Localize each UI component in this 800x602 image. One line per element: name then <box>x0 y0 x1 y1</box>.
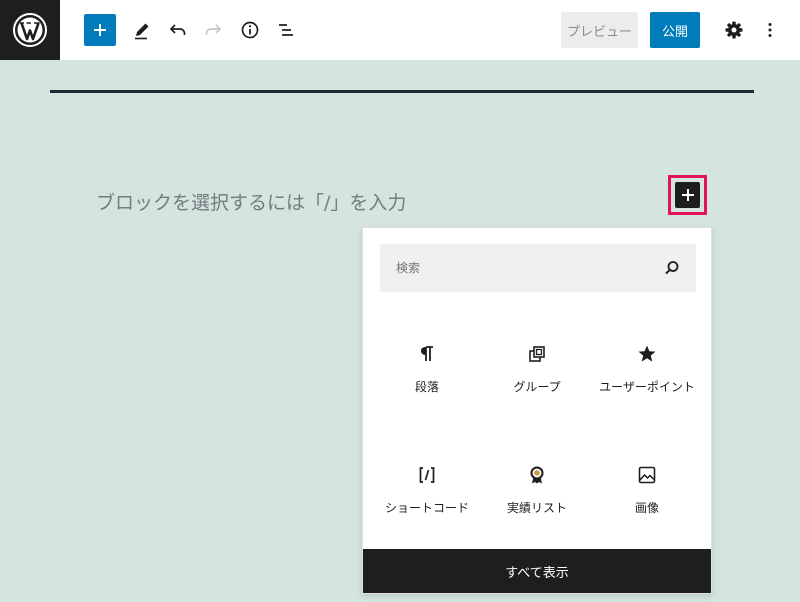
star-icon <box>638 345 656 362</box>
preview-button[interactable]: プレビュー <box>561 12 638 48</box>
plus-icon <box>681 189 694 201</box>
add-block-button[interactable] <box>675 182 700 208</box>
block-search <box>380 244 696 292</box>
shortcode-icon <box>419 467 435 483</box>
undo-button[interactable] <box>162 14 194 46</box>
list-view-icon <box>279 24 293 36</box>
block-placeholder[interactable]: ブロックを選択するには「/」を入力 <box>96 188 406 215</box>
redo-icon <box>205 24 222 35</box>
more-vertical-icon <box>768 23 772 37</box>
highlight-outline <box>668 175 707 215</box>
publish-button[interactable]: 公開 <box>650 12 700 48</box>
pencil-icon <box>135 23 149 40</box>
editor-header: プレビュー 公開 <box>0 0 800 60</box>
list-view-button[interactable] <box>270 14 302 46</box>
block-user-point[interactable]: ユーザーポイント <box>592 342 702 396</box>
show-all-button[interactable]: すべて表示 <box>363 549 711 593</box>
block-shortcode[interactable]: ショートコード <box>372 463 482 517</box>
toggle-inserter-button[interactable] <box>84 14 116 46</box>
block-paragraph[interactable]: 段落 <box>372 342 482 396</box>
block-inserter-popover: 段落 グループ ユーザーポイント ショートコード <box>362 227 712 594</box>
group-icon <box>529 346 545 362</box>
block-achievement-list[interactable]: 実績リスト <box>482 463 592 517</box>
settings-button[interactable] <box>718 14 750 46</box>
options-button[interactable] <box>754 14 786 46</box>
search-icon[interactable] <box>664 260 680 276</box>
block-label: グループ <box>513 380 561 394</box>
paragraph-icon <box>421 346 433 361</box>
award-icon <box>530 466 544 484</box>
tools-button[interactable] <box>126 14 158 46</box>
details-button[interactable] <box>234 14 266 46</box>
wordpress-logo-icon[interactable] <box>0 0 60 60</box>
block-search-input[interactable] <box>380 244 660 292</box>
block-label: ショートコード <box>384 501 469 515</box>
gear-icon <box>725 21 743 39</box>
block-label: 段落 <box>414 380 439 394</box>
block-image[interactable]: 画像 <box>592 463 702 517</box>
undo-icon <box>169 24 186 35</box>
block-label: 画像 <box>634 501 659 515</box>
title-separator <box>50 90 754 93</box>
block-label: 実績リスト <box>506 501 567 515</box>
plus-icon <box>94 24 106 36</box>
redo-button[interactable] <box>197 14 229 46</box>
image-icon <box>638 466 656 484</box>
block-label: ユーザーポイント <box>599 380 695 394</box>
block-group[interactable]: グループ <box>482 342 592 396</box>
info-icon <box>241 21 259 39</box>
